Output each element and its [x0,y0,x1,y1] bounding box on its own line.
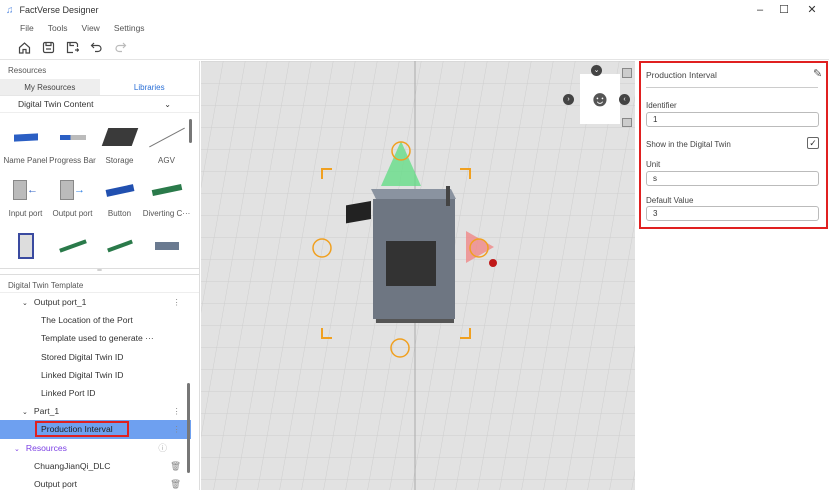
default-value-input[interactable]: 3 [646,206,819,221]
identifier-input[interactable]: 1 [646,112,819,127]
property-title: Production Interval [646,70,717,80]
template-title: Digital Twin Template [0,275,199,293]
category-dropdown[interactable]: Digital Twin Content ⌄ [0,96,199,113]
layout-icon[interactable] [622,118,632,127]
view-right-icon[interactable]: › [563,94,574,105]
maximize-button[interactable]: ☐ [774,2,794,18]
library-item-progress-bar[interactable]: Progress Bar [49,113,96,165]
library-item[interactable] [96,218,143,268]
more-icon: ⋮ [172,297,181,307]
chevron-down-icon: ⌄ [164,99,171,109]
show-in-twin-checkbox[interactable]: ✓ [807,137,819,149]
delete-icon: 🗑 [170,460,181,471]
library-item-output-port[interactable]: → Output port [49,165,96,218]
resource-tabs: My Resources Libraries [0,79,199,96]
app-title: FactVerse Designer [19,5,99,15]
tree-item-part-1[interactable]: ⌄ Part_1 ⋮ [0,402,199,420]
save-as-icon[interactable] [60,38,84,58]
redo-icon[interactable] [108,38,132,58]
tree-item-production-interval[interactable]: Production Interval ⋮ [0,420,191,439]
identifier-label: Identifier [646,101,677,110]
view-left-icon[interactable]: ‹ [619,94,630,105]
save-icon[interactable] [36,38,60,58]
undo-icon[interactable] [84,38,108,58]
menu-view[interactable]: View [75,20,107,36]
delete-icon: 🗑 [170,478,181,489]
close-button[interactable]: ✕ [802,2,822,18]
unit-input[interactable]: s [646,171,819,186]
unit-label: Unit [646,160,661,169]
tree-scrollbar[interactable] [187,383,190,473]
library-item-input-port[interactable]: ← Input port [2,165,49,218]
library-grid: Name Panel Progress Bar Storage AGV ← Inp… [0,113,199,268]
divider [646,87,818,88]
camera-settings-icon[interactable] [622,68,632,78]
more-icon: ⋮ [172,406,181,417]
scene-grid [201,61,635,490]
resource-item[interactable]: Output port 🗑 [0,475,199,493]
library-item-storage[interactable]: Storage [96,113,143,165]
tree-item[interactable]: Stored Digital Twin ID [0,348,199,366]
library-item-name-panel[interactable]: Name Panel [2,113,49,165]
menu-bar: File Tools View Settings [0,20,152,36]
more-icon: ⋮ [172,424,181,435]
toolbar [0,36,829,60]
menu-tools[interactable]: Tools [41,20,75,36]
properties-panel: Production Interval ✎ Identifier 1 Show … [636,61,829,490]
library-item[interactable] [2,218,49,268]
tab-libraries[interactable]: Libraries [100,79,200,95]
left-panel: Resources My Resources Libraries Digital… [0,61,200,490]
show-in-twin-label: Show in the Digital Twin [646,140,731,149]
tree-item-output-port-1[interactable]: ⌄ Output port_1 ⋮ [0,293,199,311]
default-value-label: Default Value [646,196,694,205]
library-item[interactable] [49,218,96,268]
tree-item[interactable]: The Location of the Port [0,311,199,329]
category-label: Digital Twin Content [18,99,94,109]
menu-file[interactable]: File [13,20,41,36]
view-down-icon[interactable]: ⌄ [591,65,602,76]
3d-viewport[interactable]: ☻ ⌄ › ‹ [201,61,635,490]
template-tree: ⌄ Output port_1 ⋮ The Location of the Port… [0,293,199,493]
library-scrollbar[interactable] [189,119,192,143]
splitter-handle[interactable]: ═ [0,268,199,275]
library-item[interactable] [143,218,190,268]
tree-item[interactable]: Linked Digital Twin ID [0,366,199,384]
resources-title: Resources [8,66,47,75]
menu-settings[interactable]: Settings [107,20,152,36]
edit-icon[interactable]: ✎ [813,67,822,80]
resources-group[interactable]: ⌄ Resources ⓘ [0,439,199,457]
library-item-agv[interactable]: AGV [143,113,190,165]
home-icon[interactable] [12,38,36,58]
title-bar: ♫ FactVerse Designer – ☐ ✕ [0,0,829,20]
resource-item[interactable]: ChuangJianQi_DLC 🗑 [0,457,199,475]
app-logo-icon: ♫ [6,4,14,16]
minimize-button[interactable]: – [750,2,770,18]
view-cube[interactable]: ☻ [580,74,620,124]
info-icon: ⓘ [158,442,167,453]
library-item-button[interactable]: Button [96,165,143,218]
tree-item[interactable]: Template used to generate ··· [0,329,199,347]
library-item-diverting-conveyor[interactable]: Diverting C··· [143,165,190,218]
tree-item[interactable]: Linked Port ID [0,384,199,402]
tab-my-resources[interactable]: My Resources [0,79,100,95]
